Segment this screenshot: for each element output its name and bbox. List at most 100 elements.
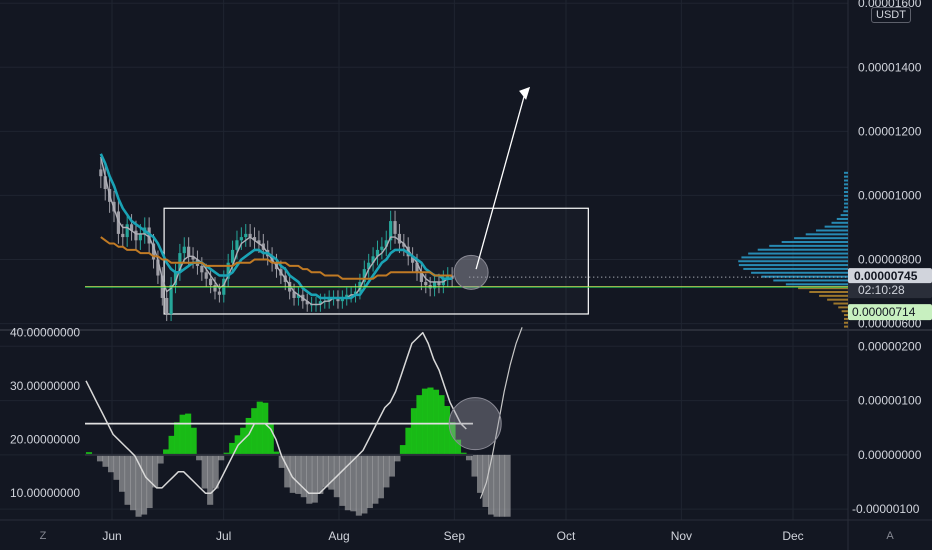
- candle-body: [204, 272, 208, 279]
- volume-profile-bar: [838, 306, 848, 309]
- oscillator-bar: [399, 445, 406, 455]
- oscillator-bar: [410, 408, 418, 455]
- oscillator-left-axis-label: 30.00000000: [10, 379, 80, 393]
- candle-body: [393, 221, 397, 234]
- oscillator-bar: [124, 454, 131, 505]
- oscillator-right-axis-label: 0.00000200: [858, 339, 922, 353]
- volume-profile-bar: [761, 275, 848, 278]
- volume-profile-bar: [844, 325, 848, 328]
- time-axis-label: Nov: [671, 529, 692, 543]
- candle-body: [182, 246, 186, 254]
- oscillator-bar: [185, 413, 192, 455]
- volume-profile-bar: [844, 317, 848, 320]
- oscillator-bar: [476, 454, 484, 493]
- candle-body: [239, 237, 243, 241]
- candle-body: [138, 233, 142, 241]
- volume-profile-bar: [844, 171, 848, 174]
- volume-profile-bar: [809, 290, 848, 293]
- volume-profile-bar: [844, 191, 848, 194]
- volume-profile-bar: [844, 314, 848, 317]
- candle-body: [209, 278, 213, 286]
- oscillator-bar: [493, 454, 500, 517]
- oscillator-right-axis-label: -0.00000100: [852, 502, 920, 516]
- candle-body: [121, 233, 125, 238]
- oscillator-bar: [201, 454, 208, 489]
- oscillator-bar: [443, 406, 451, 455]
- oscillator-bar: [377, 454, 384, 499]
- oscillator-bar: [322, 454, 329, 488]
- oscillator-bar: [499, 454, 506, 517]
- volume-profile-bar: [743, 267, 848, 270]
- oscillator-left-axis-label: 10.00000000: [10, 486, 80, 500]
- oscillator-left-axis-label: 40.00000000: [10, 326, 80, 340]
- volume-profile-bar: [844, 187, 848, 190]
- support-price-value: 0.00000714: [852, 305, 916, 319]
- candle-body: [380, 246, 384, 250]
- volume-profile-bar: [757, 248, 848, 251]
- oscillator-bar: [421, 388, 429, 455]
- volume-profile-bar: [781, 241, 848, 244]
- oscillator-bar: [207, 454, 214, 505]
- volume-profile-bar: [844, 206, 848, 209]
- volume-profile-bar: [738, 264, 848, 267]
- oscillator-bar: [416, 395, 423, 455]
- volume-profile-bar: [844, 175, 848, 178]
- oscillator-bar: [383, 454, 390, 488]
- price-axis-label: 0.00001000: [858, 188, 922, 202]
- oscillator-bar: [118, 454, 126, 492]
- volume-profile-bar: [844, 194, 848, 197]
- currency-button[interactable]: USDT: [871, 7, 911, 23]
- oscillator-right-axis-label: 0.00000000: [858, 448, 922, 462]
- volume-profile-bar: [815, 229, 848, 232]
- candle-body: [165, 297, 169, 314]
- auto-scale-button[interactable]: A: [881, 527, 899, 545]
- volume-profile-bar: [841, 310, 848, 313]
- volume-profile-bar: [843, 210, 848, 213]
- volume-profile-bar: [827, 298, 848, 301]
- volume-profile-bar: [840, 214, 848, 217]
- candle-body: [424, 281, 428, 286]
- volume-profile-bar: [844, 183, 848, 186]
- candle-countdown: 02:10:28: [858, 283, 905, 297]
- oscillator-bar: [190, 427, 197, 455]
- price-axis-label: 0.00000800: [858, 253, 922, 267]
- oscillator-bar: [141, 454, 148, 515]
- volume-profile-bar: [805, 233, 848, 236]
- volume-profile-bar: [785, 283, 848, 286]
- oscillator-bar: [405, 427, 412, 455]
- candle-body: [134, 230, 138, 241]
- candle-body: [235, 240, 239, 250]
- oscillator-bar: [306, 454, 313, 504]
- time-axis-label: Jul: [216, 529, 231, 543]
- oscillator-right-axis-label: 0.00000100: [858, 394, 922, 408]
- oscillator-bar: [107, 454, 115, 473]
- oscillator-bar: [350, 454, 357, 512]
- volume-profile-bar: [844, 179, 848, 182]
- oscillator-bar: [311, 454, 318, 503]
- oscillator-bar: [482, 454, 489, 507]
- oscillator-bar: [295, 454, 302, 494]
- volume-profile-bar: [769, 244, 848, 247]
- oscillator-bar: [471, 454, 478, 477]
- oscillator-bar: [388, 454, 395, 477]
- oscillator-bar: [157, 454, 164, 464]
- trading-chart[interactable]: 0.000016000.000014000.000012000.00001000…: [0, 0, 932, 550]
- time-axis-label: Aug: [328, 529, 349, 543]
- candle-body: [244, 233, 248, 238]
- log-scale-button[interactable]: Z: [34, 527, 52, 545]
- volume-profile-bar: [844, 321, 848, 324]
- oscillator-bar: [152, 454, 159, 488]
- volume-profile-bar: [794, 237, 848, 240]
- volume-profile-bar: [773, 279, 848, 282]
- candle-body: [187, 246, 191, 257]
- oscillator-bar: [432, 389, 440, 455]
- candle-body: [200, 265, 204, 273]
- oscillator-bar: [361, 454, 368, 514]
- oscillator-left-axis-label: 20.00000000: [10, 433, 80, 447]
- volume-profile-bar: [741, 256, 848, 259]
- volume-profile-bar: [748, 252, 848, 255]
- oscillator-bar: [168, 435, 175, 455]
- volume-profile-bar: [833, 302, 848, 305]
- price-axis-label: 0.00001400: [858, 60, 922, 74]
- candle-body: [217, 291, 221, 295]
